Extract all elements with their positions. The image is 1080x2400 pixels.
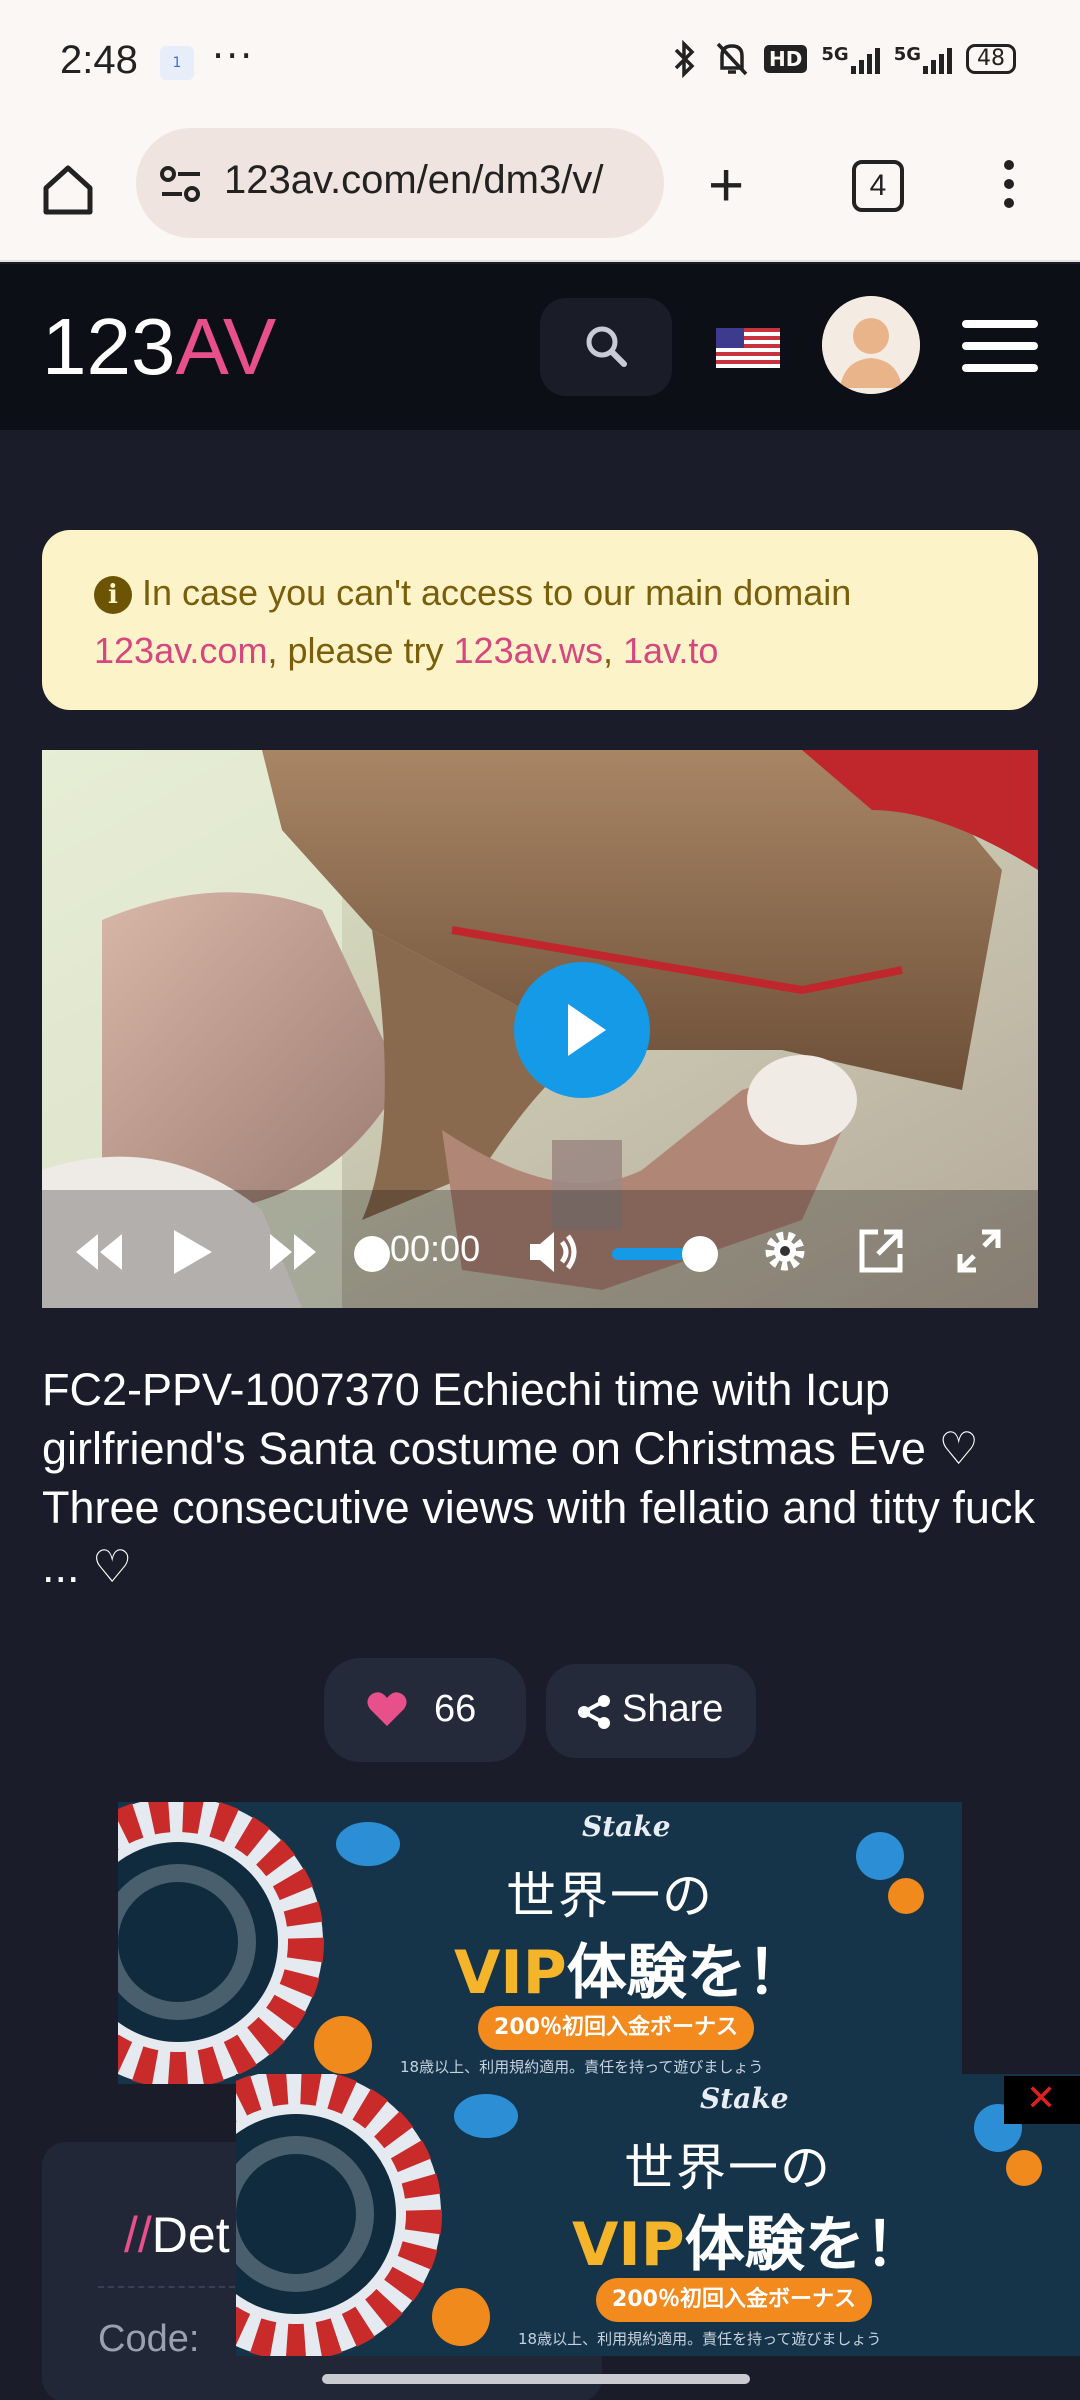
heart-icon	[367, 1692, 407, 1726]
coin-image	[432, 2288, 490, 2346]
roulette-wheel-image	[118, 1802, 324, 2084]
video-player[interactable]: 00:00	[42, 750, 1038, 1308]
notice-text-2: , please try	[267, 630, 454, 671]
settings-gear-icon[interactable]	[760, 1226, 810, 1276]
notice-text-1: In case you can't access to our main dom…	[142, 572, 852, 613]
logo-number: 123	[42, 302, 176, 391]
link-alt-domain-1[interactable]: 123av.ws	[454, 630, 603, 671]
signal-bars-icon	[850, 44, 880, 74]
hamburger-menu-icon[interactable]	[962, 320, 1038, 374]
ad-headline-1: 世界一の	[624, 2139, 832, 2197]
signal-bars-icon	[923, 44, 952, 74]
ad-bonus-badge: 200％初回入金ボーナス	[596, 2278, 872, 2322]
signal-5g-2: 5G	[894, 44, 952, 74]
bluetooth-icon	[674, 40, 695, 78]
seek-handle[interactable]	[354, 1236, 390, 1272]
ad-brand: Stake	[582, 1810, 671, 1843]
browser-menu-icon[interactable]	[1002, 160, 1016, 220]
code-label: Code:	[98, 2318, 200, 2360]
ad-close-button[interactable]: ✕	[1004, 2076, 1080, 2124]
coin-image	[1006, 2150, 1042, 2186]
share-button[interactable]: Share	[546, 1664, 756, 1758]
notice-separator: ,	[602, 630, 623, 671]
volume-handle[interactable]	[682, 1236, 718, 1272]
ad-headline-vip: VIP	[572, 2210, 685, 2280]
site-logo[interactable]: 123AV	[42, 302, 276, 392]
site-settings-icon[interactable]	[158, 164, 204, 204]
url-text: 123av.com/en/dm3/v/	[224, 158, 604, 202]
play-overlay-button[interactable]	[514, 962, 650, 1098]
status-time: 2:48	[60, 38, 138, 82]
fullscreen-icon[interactable]	[954, 1226, 1004, 1276]
coin-image	[336, 1822, 400, 1866]
coin-image	[314, 2016, 372, 2074]
fast-forward-icon[interactable]	[268, 1226, 320, 1278]
close-icon: ✕	[1026, 2078, 1057, 2119]
us-flag-icon[interactable]	[716, 328, 780, 368]
rewind-icon[interactable]	[72, 1226, 124, 1278]
share-label: Share	[622, 1688, 724, 1730]
signal-5g-1: 5G	[821, 44, 880, 74]
signal-1-label: 5G	[821, 44, 849, 65]
ad-headline-1: 世界一の	[506, 1867, 714, 1925]
ad-headline-2: VIP体験を！	[454, 1924, 807, 2011]
coin-image	[888, 1878, 924, 1914]
ad-headline-2-text: 体験を！	[566, 1938, 807, 2008]
share-icon	[578, 1695, 610, 1729]
home-icon[interactable]	[38, 160, 98, 220]
battery-indicator: 48	[966, 44, 1016, 74]
sticky-banner-ad[interactable]: Stake 世界一の VIP体験を！ 200％初回入金ボーナス 18歳以上、利用…	[236, 2074, 1080, 2356]
more-notifications-icon: ···	[212, 34, 255, 78]
details-heading-text: Det	[151, 2207, 230, 2263]
popout-icon[interactable]	[856, 1226, 906, 1276]
search-button[interactable]	[540, 298, 672, 396]
logo-letters: AV	[175, 302, 277, 391]
notification-badge-icon: 1	[160, 46, 194, 80]
video-title: FC2-PPV-1007370 Echiechi time with Icup …	[42, 1364, 1035, 1592]
ad-headline-2-text: 体験を！	[684, 2210, 925, 2280]
new-tab-button[interactable]: +	[708, 155, 744, 217]
site-header: 123AV	[0, 264, 1080, 430]
ad-brand: Stake	[700, 2082, 789, 2115]
link-alt-domain-2[interactable]: 1av.to	[623, 630, 718, 671]
volume-icon[interactable]	[526, 1226, 582, 1278]
like-count: 66	[434, 1688, 477, 1730]
ad-headline-vip: VIP	[454, 1938, 567, 2008]
mute-bell-icon	[716, 42, 748, 76]
roulette-wheel-image	[236, 2074, 442, 2356]
search-icon	[586, 326, 627, 367]
details-heading: //Det	[124, 2206, 230, 2264]
browser-toolbar: 123av.com/en/dm3/v/ + 4	[0, 126, 1080, 262]
banner-ad-top[interactable]: Stake 世界一の VIP体験を！ 200％初回入金ボーナス 18歳以上、利用…	[118, 1802, 962, 2084]
player-controls: 00:00	[42, 1198, 1038, 1308]
status-icons: HD 5G 5G 48	[670, 40, 1016, 78]
address-bar[interactable]: 123av.com/en/dm3/v/	[136, 128, 664, 238]
hd-voice-icon: HD	[764, 45, 808, 73]
play-icon[interactable]	[170, 1226, 216, 1278]
like-button[interactable]: 66	[324, 1658, 526, 1762]
ad-bonus-badge: 200％初回入金ボーナス	[478, 2006, 754, 2050]
coin-image	[856, 1832, 904, 1880]
signal-2-label: 5G	[893, 44, 921, 65]
tab-switcher-button[interactable]: 4	[852, 160, 904, 212]
domain-notice: i In case you can't access to our main do…	[42, 530, 1038, 710]
ad-headline-2: VIP体験を！	[572, 2196, 925, 2283]
ad-fine-print: 18歳以上、利用規約適用。責任を持って遊びましょう	[518, 2330, 882, 2348]
user-avatar[interactable]	[822, 296, 920, 394]
status-bar: 2:48 1 ··· HD 5G 5G 48	[0, 0, 1080, 126]
user-icon	[822, 296, 920, 394]
gesture-nav-bar[interactable]	[322, 2374, 750, 2384]
coin-image	[454, 2094, 518, 2138]
link-main-domain[interactable]: 123av.com	[94, 630, 267, 671]
details-prefix: //	[124, 2207, 152, 2263]
current-time: 00:00	[390, 1228, 481, 1269]
info-icon: i	[94, 576, 132, 614]
